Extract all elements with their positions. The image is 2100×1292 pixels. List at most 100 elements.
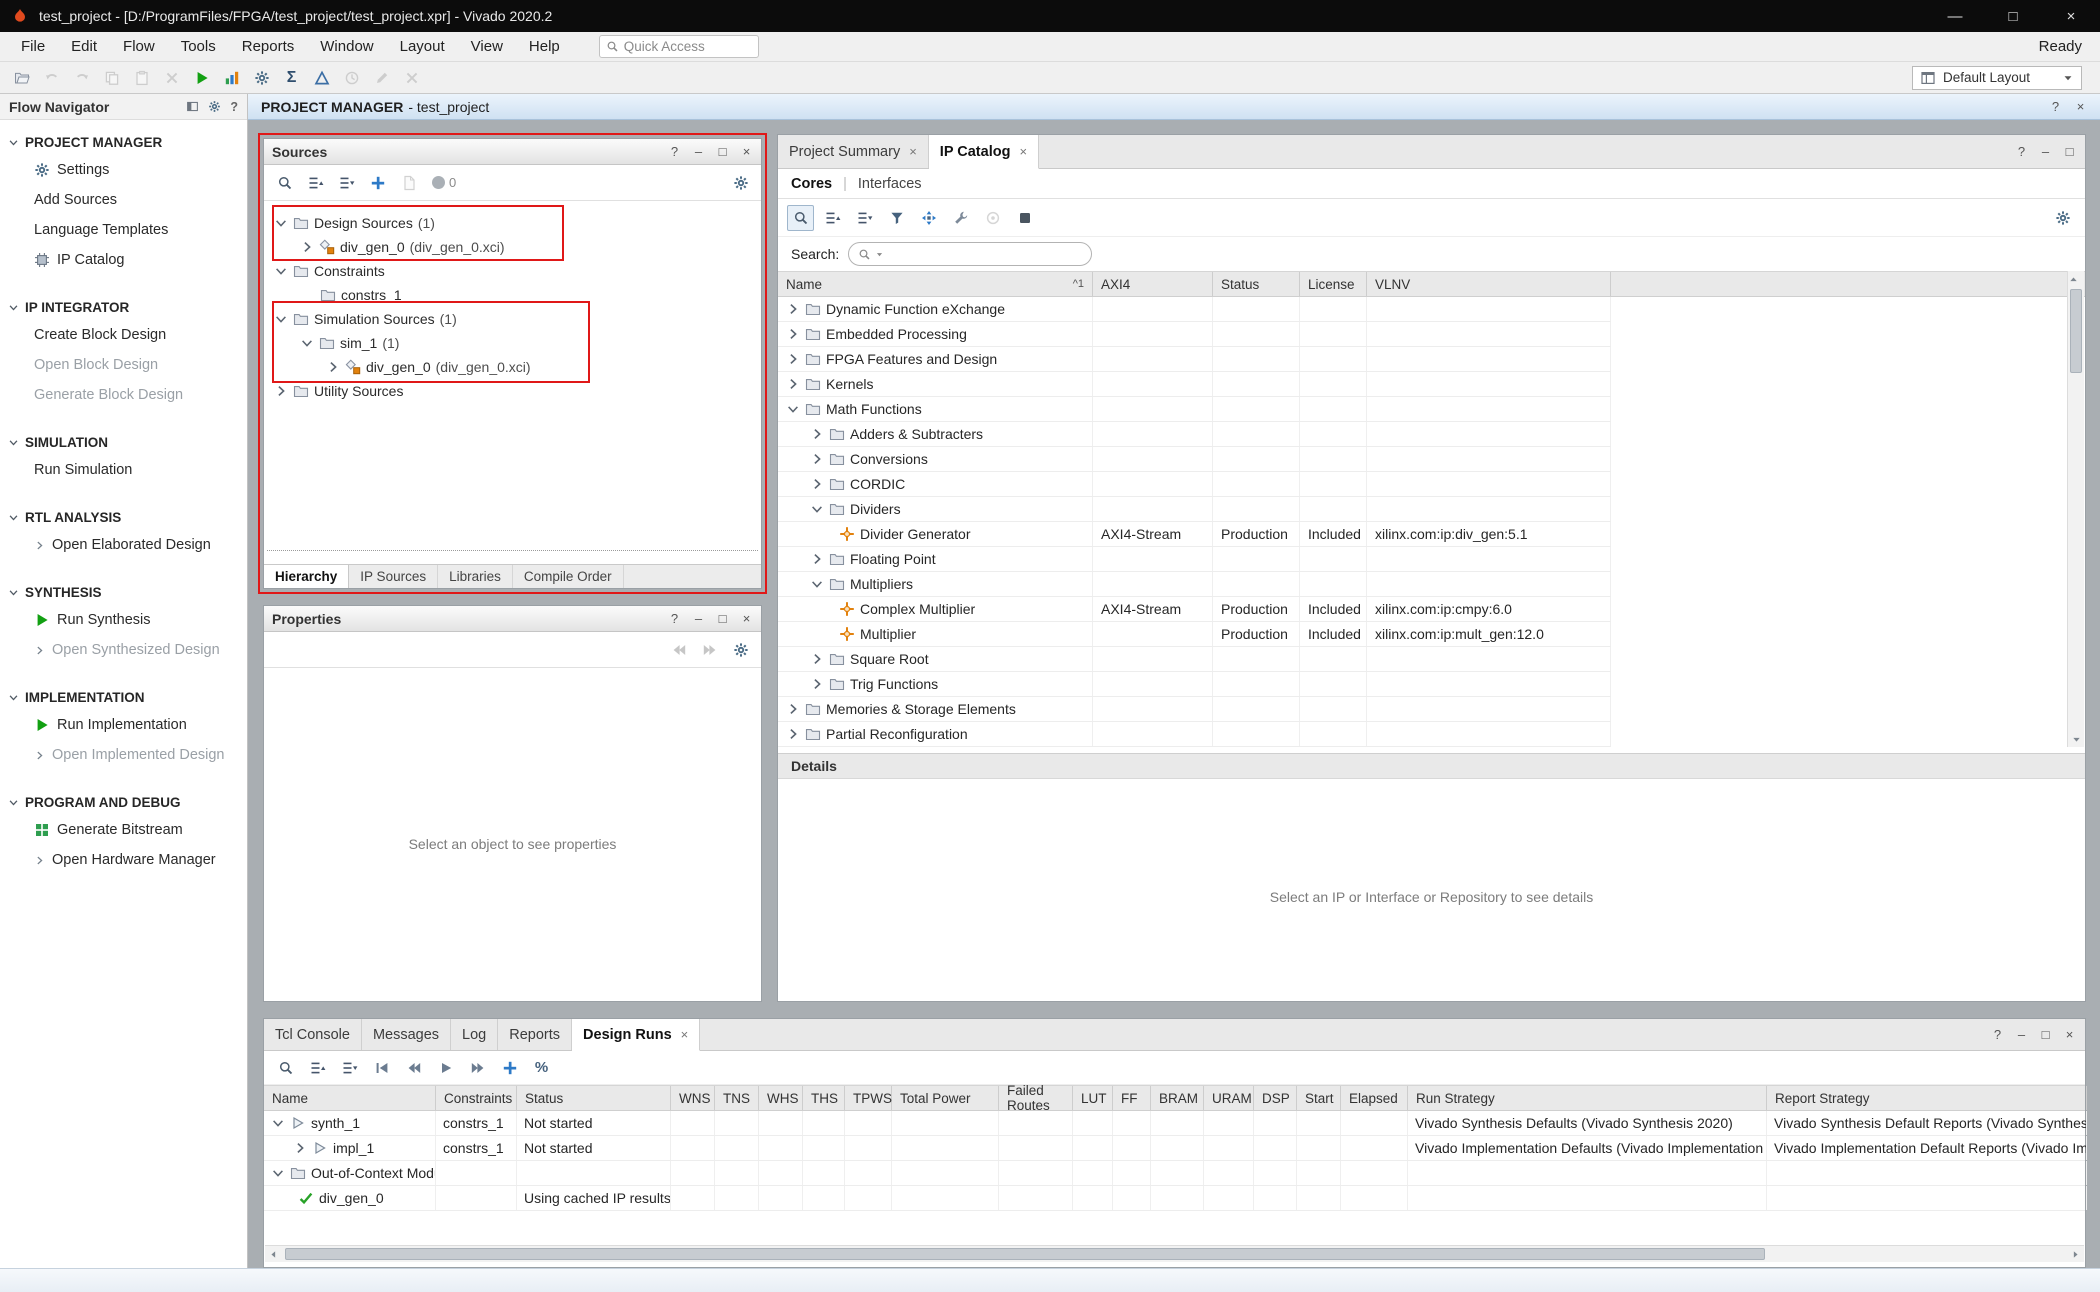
table-row-floating-point[interactable]: Floating Point bbox=[778, 547, 1611, 572]
launch-runs-icon[interactable] bbox=[432, 1055, 459, 1081]
flow-section-header-rtl-analysis[interactable]: RTL ANALYSIS bbox=[0, 505, 247, 530]
run-icon[interactable] bbox=[188, 65, 215, 91]
history-icon[interactable] bbox=[338, 65, 365, 91]
tab-compile-order[interactable]: Compile Order bbox=[513, 565, 624, 588]
table-row-fpga-features-and-design[interactable]: FPGA Features and Design bbox=[778, 347, 1611, 372]
table-row-square-root[interactable]: Square Root bbox=[778, 647, 1611, 672]
gear-icon[interactable] bbox=[727, 637, 754, 663]
close-icon[interactable]: × bbox=[740, 144, 753, 159]
minimize-icon[interactable]: – bbox=[2039, 144, 2052, 159]
table-row-kernels[interactable]: Kernels bbox=[778, 372, 1611, 397]
tab-log[interactable]: Log bbox=[451, 1019, 498, 1050]
cancel-icon[interactable] bbox=[398, 65, 425, 91]
search-input[interactable] bbox=[848, 242, 1092, 266]
undo-icon[interactable] bbox=[38, 65, 65, 91]
help-icon[interactable]: ? bbox=[2015, 144, 2028, 159]
column-header-report-strategy[interactable]: Report Strategy bbox=[1767, 1086, 2087, 1110]
sidebar-item-open-hardware-manager[interactable]: Open Hardware Manager bbox=[0, 845, 247, 875]
close-icon[interactable]: × bbox=[740, 611, 753, 626]
table-row-embedded-processing[interactable]: Embedded Processing bbox=[778, 322, 1611, 347]
tree-row-constrs-1[interactable]: constrs_1 bbox=[264, 283, 761, 307]
column-header-bram[interactable]: BRAM bbox=[1151, 1086, 1204, 1110]
table-row-partial-reconfiguration[interactable]: Partial Reconfiguration bbox=[778, 722, 1611, 747]
table-row-synth-1[interactable]: synth_1constrs_1Not startedVivado Synthe… bbox=[264, 1111, 2085, 1136]
expand-all-icon[interactable] bbox=[336, 1055, 363, 1081]
back-arrow-icon[interactable] bbox=[665, 637, 692, 663]
column-header-failed-routes[interactable]: Failed Routes bbox=[999, 1086, 1073, 1110]
menu-layout[interactable]: Layout bbox=[387, 38, 458, 55]
gear-icon[interactable] bbox=[208, 100, 221, 113]
customize-ip-icon[interactable] bbox=[947, 205, 974, 231]
table-row-multiplier[interactable]: MultiplierProductionIncludedxilinx.com:i… bbox=[778, 622, 1611, 647]
help-icon[interactable]: ? bbox=[1991, 1027, 2004, 1042]
table-row-impl-1[interactable]: impl_1constrs_1Not startedVivado Impleme… bbox=[264, 1136, 2085, 1161]
add-sources-icon[interactable] bbox=[364, 170, 391, 196]
close-icon[interactable]: × bbox=[2074, 99, 2087, 114]
float-icon[interactable]: □ bbox=[716, 611, 729, 626]
forward-arrow-icon[interactable] bbox=[696, 637, 723, 663]
column-header-name[interactable]: Name^1 bbox=[778, 272, 1093, 296]
sidebar-item-run-synthesis[interactable]: Run Synthesis bbox=[0, 605, 247, 635]
layout-selector[interactable]: Default Layout bbox=[1912, 66, 2082, 90]
scrollbar-thumb[interactable] bbox=[285, 1248, 1765, 1260]
sidebar-item-settings[interactable]: Settings bbox=[0, 155, 247, 185]
column-header-constraints[interactable]: Constraints bbox=[436, 1086, 517, 1110]
step-forward-icon[interactable] bbox=[464, 1055, 491, 1081]
sidebar-item-run-implementation[interactable]: Run Implementation bbox=[0, 710, 247, 740]
dock-icon[interactable] bbox=[186, 100, 199, 113]
add-ip-to-design-icon[interactable] bbox=[915, 205, 942, 231]
quick-access-search[interactable]: Quick Access bbox=[599, 35, 759, 58]
table-row-div-gen-0[interactable]: div_gen_0Using cached IP results bbox=[264, 1186, 2085, 1211]
delete-icon[interactable] bbox=[158, 65, 185, 91]
menu-reports[interactable]: Reports bbox=[229, 38, 308, 55]
tab-design-runs[interactable]: Design Runs× bbox=[572, 1019, 700, 1051]
minimize-icon[interactable]: – bbox=[692, 611, 705, 626]
menu-help[interactable]: Help bbox=[516, 38, 573, 55]
minimize-icon[interactable]: – bbox=[2015, 1027, 2028, 1042]
column-header-elapsed[interactable]: Elapsed bbox=[1341, 1086, 1408, 1110]
table-row-dynamic-function-exchange[interactable]: Dynamic Function eXchange bbox=[778, 297, 1611, 322]
percent-toggle-icon[interactable]: % bbox=[528, 1055, 555, 1081]
reset-runs-icon[interactable] bbox=[368, 1055, 395, 1081]
column-header-tpws[interactable]: TPWS bbox=[845, 1086, 892, 1110]
flow-section-header-synthesis[interactable]: SYNTHESIS bbox=[0, 580, 247, 605]
flow-section-header-implementation[interactable]: IMPLEMENTATION bbox=[0, 685, 247, 710]
column-header-axi4[interactable]: AXI4 bbox=[1093, 272, 1213, 296]
column-header-uram[interactable]: URAM bbox=[1204, 1086, 1254, 1110]
help-icon[interactable]: ? bbox=[230, 100, 238, 114]
collapse-all-icon[interactable] bbox=[819, 205, 846, 231]
sidebar-item-add-sources[interactable]: Add Sources bbox=[0, 185, 247, 215]
flow-section-header-simulation[interactable]: SIMULATION bbox=[0, 430, 247, 455]
close-icon[interactable]: × bbox=[2063, 1027, 2076, 1042]
sidebar-item-open-block-design[interactable]: Open Block Design bbox=[0, 350, 247, 380]
copy-icon[interactable] bbox=[98, 65, 125, 91]
tree-row-div-gen-0[interactable]: div_gen_0 (div_gen_0.xci) bbox=[264, 235, 761, 259]
scrollbar-thumb[interactable] bbox=[2070, 289, 2082, 373]
menu-edit[interactable]: Edit bbox=[58, 38, 110, 55]
report-utilization-icon[interactable]: Σ bbox=[278, 65, 305, 91]
column-header-ff[interactable]: FF bbox=[1113, 1086, 1151, 1110]
tree-row-sim-1[interactable]: sim_1 (1) bbox=[264, 331, 761, 355]
column-header-status[interactable]: Status bbox=[1213, 272, 1300, 296]
column-header-ths[interactable]: THS bbox=[803, 1086, 845, 1110]
settings-gear-icon[interactable] bbox=[727, 170, 754, 196]
collapse-all-icon[interactable] bbox=[302, 170, 329, 196]
menu-file[interactable]: File bbox=[8, 38, 58, 55]
tab-hierarchy[interactable]: Hierarchy bbox=[264, 565, 349, 588]
tab-project-summary[interactable]: Project Summary× bbox=[778, 135, 929, 168]
table-row-multipliers[interactable]: Multipliers bbox=[778, 572, 1611, 597]
table-row-divider-generator[interactable]: Divider GeneratorAXI4-StreamProductionIn… bbox=[778, 522, 1611, 547]
sidebar-item-open-elaborated-design[interactable]: Open Elaborated Design bbox=[0, 530, 247, 560]
float-icon[interactable]: □ bbox=[2063, 144, 2076, 159]
column-header-whs[interactable]: WHS bbox=[759, 1086, 803, 1110]
tab-ip-catalog[interactable]: IP Catalog× bbox=[929, 135, 1039, 169]
open-file-icon[interactable] bbox=[395, 170, 422, 196]
column-header-start[interactable]: Start bbox=[1297, 1086, 1341, 1110]
column-header-wns[interactable]: WNS bbox=[671, 1086, 715, 1110]
sidebar-item-run-simulation[interactable]: Run Simulation bbox=[0, 455, 247, 485]
menu-window[interactable]: Window bbox=[307, 38, 386, 55]
tree-row-simulation-sources[interactable]: Simulation Sources (1) bbox=[264, 307, 761, 331]
column-header-tns[interactable]: TNS bbox=[715, 1086, 759, 1110]
scroll-up-icon[interactable] bbox=[2068, 271, 2079, 287]
close-icon[interactable]: × bbox=[681, 1027, 689, 1042]
